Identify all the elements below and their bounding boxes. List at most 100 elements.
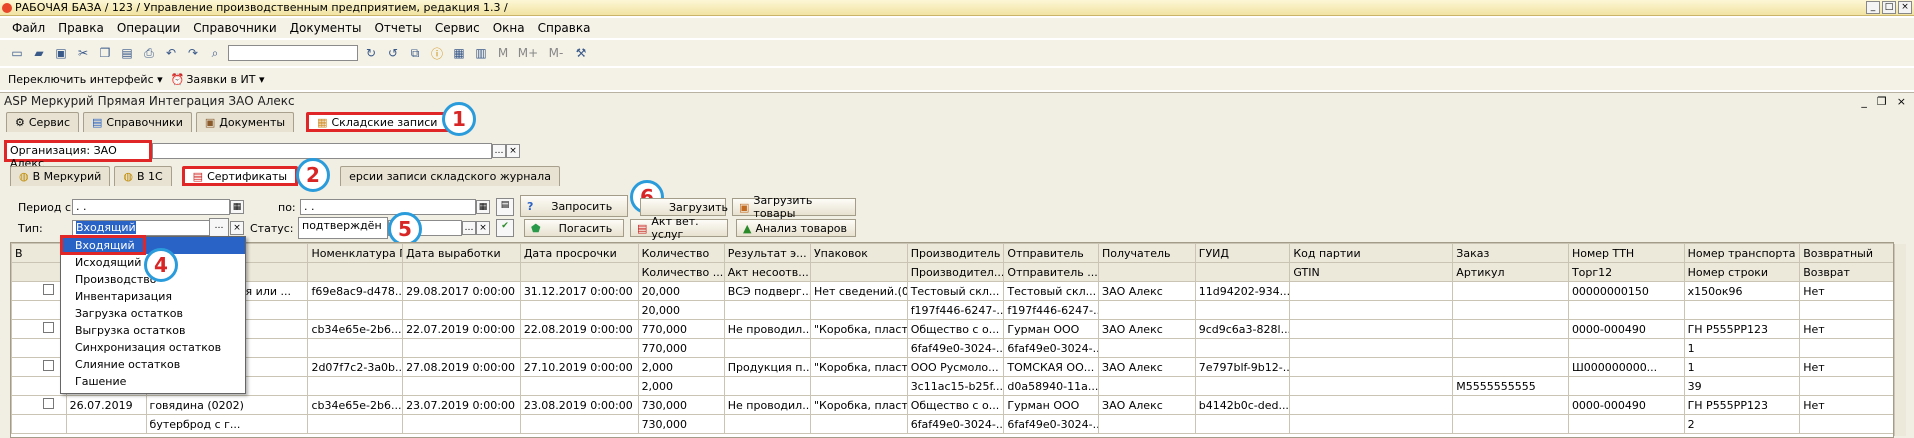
dropdown-item[interactable]: Слияние остатков bbox=[61, 356, 245, 373]
menu-documents[interactable]: Документы bbox=[290, 21, 362, 35]
row-checkbox[interactable] bbox=[43, 322, 54, 333]
new-doc-icon[interactable]: ▭ bbox=[8, 44, 26, 62]
load-goods-button[interactable]: ▣ Загрузить товары bbox=[732, 194, 856, 220]
dropdown-item[interactable]: Синхронизация остатков bbox=[61, 339, 245, 356]
toolbar-search-input[interactable] bbox=[228, 45, 358, 61]
top-tabs: ⚙ Сервис ▤ Справочники ▣ Документы ▦ Складск… bbox=[6, 112, 449, 134]
menu-reports[interactable]: Отчеты bbox=[374, 21, 421, 35]
org-clear-button[interactable]: × bbox=[506, 144, 520, 158]
tools-icon[interactable]: ⚒ bbox=[572, 44, 590, 62]
menu-service[interactable]: Сервис bbox=[435, 21, 480, 35]
period-from-input[interactable]: . . bbox=[72, 199, 230, 215]
row-checkbox[interactable] bbox=[43, 284, 54, 295]
close-button[interactable]: × bbox=[1898, 1, 1912, 14]
period-to-calendar-button[interactable]: ▦ bbox=[476, 200, 490, 214]
dropdown-item[interactable]: Выгрузка остатков bbox=[61, 322, 245, 339]
print-icon[interactable]: ⎙ bbox=[140, 44, 158, 62]
memory-mplus-icon[interactable]: M+ bbox=[516, 44, 540, 62]
undo-icon[interactable]: ↶ bbox=[162, 44, 180, 62]
open-folder-icon[interactable]: ▰ bbox=[30, 44, 48, 62]
doc-close-button[interactable]: × bbox=[1897, 95, 1906, 108]
vet-act-button[interactable]: ▤ Акт вет. услуг bbox=[630, 215, 728, 241]
info-icon[interactable]: ⓘ bbox=[428, 44, 446, 62]
type-clear-button[interactable]: × bbox=[230, 221, 244, 235]
dropdown-item[interactable]: Загрузка остатков bbox=[61, 305, 245, 322]
grid-cell: 20,000 bbox=[637, 300, 725, 320]
dropdown-item[interactable]: Инвентаризация bbox=[61, 288, 245, 305]
table-row-sub[interactable]: Пиво мясное20,000f197f446-6247-...f197f4… bbox=[11, 300, 1893, 320]
grid-cell bbox=[1289, 376, 1454, 396]
status-input[interactable]: подтверждён bbox=[298, 217, 388, 239]
table-row[interactable]: (202)cb34e65e-2b6...22.07.2019 0:00:0022… bbox=[11, 319, 1893, 339]
extinguish-button[interactable]: ⬟ Погасить bbox=[524, 219, 624, 237]
copy-icon[interactable]: ❐ bbox=[96, 44, 114, 62]
grid-header-row-1[interactable]: ВНоменклатураНоменклатура ГУИДДата выраб… bbox=[11, 243, 1893, 263]
grid-cell: 31.12.2017 0:00:00 bbox=[519, 281, 639, 301]
menu-help[interactable]: Справка bbox=[538, 21, 591, 35]
save-icon[interactable]: ▣ bbox=[52, 44, 70, 62]
type-input[interactable]: Входящий bbox=[72, 220, 212, 236]
dropdown-item[interactable]: Гашение bbox=[61, 373, 245, 390]
period-select-button[interactable]: ▤ bbox=[496, 198, 514, 216]
table-row-sub[interactable]: бутерброд с г... 730,000 6faf49e0-3024-...… bbox=[11, 414, 1893, 434]
period-from-calendar-button[interactable]: ▦ bbox=[230, 200, 244, 214]
table-row[interactable]: оленая, в шенная или ...f69e8ac9-d478...… bbox=[11, 281, 1893, 301]
tab-documents[interactable]: ▣ Документы bbox=[195, 112, 295, 132]
grid-cell: Не проводил... bbox=[723, 319, 811, 339]
menu-file[interactable]: Файл bbox=[12, 21, 45, 35]
grid-cell: cb34e65e-2b6... bbox=[307, 395, 404, 415]
tab-journal-versions[interactable]: ерсии записи складского журнала bbox=[340, 166, 560, 186]
grid-cell: 2,000 bbox=[637, 357, 725, 377]
calculator-icon[interactable]: ▥ bbox=[472, 44, 490, 62]
status-clear-button[interactable]: × bbox=[476, 221, 490, 235]
windows-icon[interactable]: ⧉ bbox=[406, 44, 424, 62]
org-select-button[interactable]: … bbox=[492, 144, 506, 158]
search-icon[interactable]: ⌕ bbox=[206, 44, 224, 62]
period-to-input[interactable]: . . bbox=[300, 199, 476, 215]
analysis-button[interactable]: ▲ Анализ товаров bbox=[736, 219, 856, 237]
grid-cell bbox=[11, 357, 67, 377]
menu-edit[interactable]: Правка bbox=[58, 21, 104, 35]
menu-catalogs[interactable]: Справочники bbox=[193, 21, 276, 35]
memory-mminus-icon[interactable]: M- bbox=[544, 44, 568, 62]
menu-windows[interactable]: Окна bbox=[493, 21, 525, 35]
table-row[interactable]: (2105)2d07f7c2-3a0b...27.08.2019 0:00:00… bbox=[11, 357, 1893, 377]
tab-warehouse-records[interactable]: ▦ Складские записи bbox=[306, 112, 449, 132]
tab-to-1c[interactable]: ◍ В 1С bbox=[114, 166, 172, 186]
grid-scrollbar[interactable] bbox=[1894, 244, 1906, 436]
doc-minimize-button[interactable]: _ bbox=[1861, 95, 1867, 108]
switch-interface-button[interactable]: Переключить интерфейс ▾ bbox=[8, 73, 163, 86]
it-requests-button[interactable]: Заявки в ИТ ▾ bbox=[186, 73, 264, 86]
find-prev-icon[interactable]: ↺ bbox=[384, 44, 402, 62]
doc-restore-button[interactable]: ❐ bbox=[1877, 95, 1887, 108]
row-checkbox[interactable] bbox=[43, 360, 54, 371]
table-row-sub[interactable]: мороженое ш...2,0003c11ac15-b25f...d0a58… bbox=[11, 376, 1893, 396]
row-checkbox[interactable] bbox=[43, 398, 54, 409]
status-apply-button[interactable]: ✔ bbox=[496, 219, 514, 237]
type-select-button[interactable]: … bbox=[209, 218, 229, 238]
calendar-icon[interactable]: ▦ bbox=[450, 44, 468, 62]
tab-service[interactable]: ⚙ Сервис bbox=[6, 112, 79, 132]
grid-cell: ООО Русмоло... bbox=[906, 357, 1005, 377]
maximize-button[interactable]: □ bbox=[1882, 1, 1896, 14]
grid-header-row-2[interactable]: Номенклатура...Количество ...Акт несоотв… bbox=[11, 262, 1893, 282]
table-row-sub[interactable]: бутерброд с г...770,0006faf49e0-3024-...… bbox=[11, 338, 1893, 358]
find-next-icon[interactable]: ↻ bbox=[362, 44, 380, 62]
tab-catalogs[interactable]: ▤ Справочники bbox=[83, 112, 192, 132]
request-button[interactable]: ? Запросить bbox=[520, 195, 628, 217]
paste-icon[interactable]: ▤ bbox=[118, 44, 136, 62]
minimize-button[interactable]: _ bbox=[1866, 1, 1880, 14]
memory-m-icon[interactable]: M bbox=[494, 44, 512, 62]
status-select-button[interactable]: … bbox=[462, 221, 476, 235]
grid-cell: Не проводил... bbox=[723, 395, 811, 415]
tab-to-mercury[interactable]: ◍ В Меркурий bbox=[10, 166, 111, 186]
grid-cell: ТОМСКАЯ ОО... bbox=[1003, 357, 1100, 377]
redo-icon[interactable]: ↷ bbox=[184, 44, 202, 62]
table-row[interactable]: 26.07.2019 говядина (0202) cb34e65e-2b6...… bbox=[11, 395, 1893, 415]
cut-icon[interactable]: ✂ bbox=[74, 44, 92, 62]
tab-certificates[interactable]: ▤ Сертификаты bbox=[181, 166, 299, 186]
menu-operations[interactable]: Операции bbox=[117, 21, 180, 35]
grid-cell: 730,000 bbox=[637, 414, 725, 434]
load-button[interactable]: Загрузить bbox=[640, 198, 728, 216]
org-field-rest[interactable] bbox=[152, 143, 492, 159]
